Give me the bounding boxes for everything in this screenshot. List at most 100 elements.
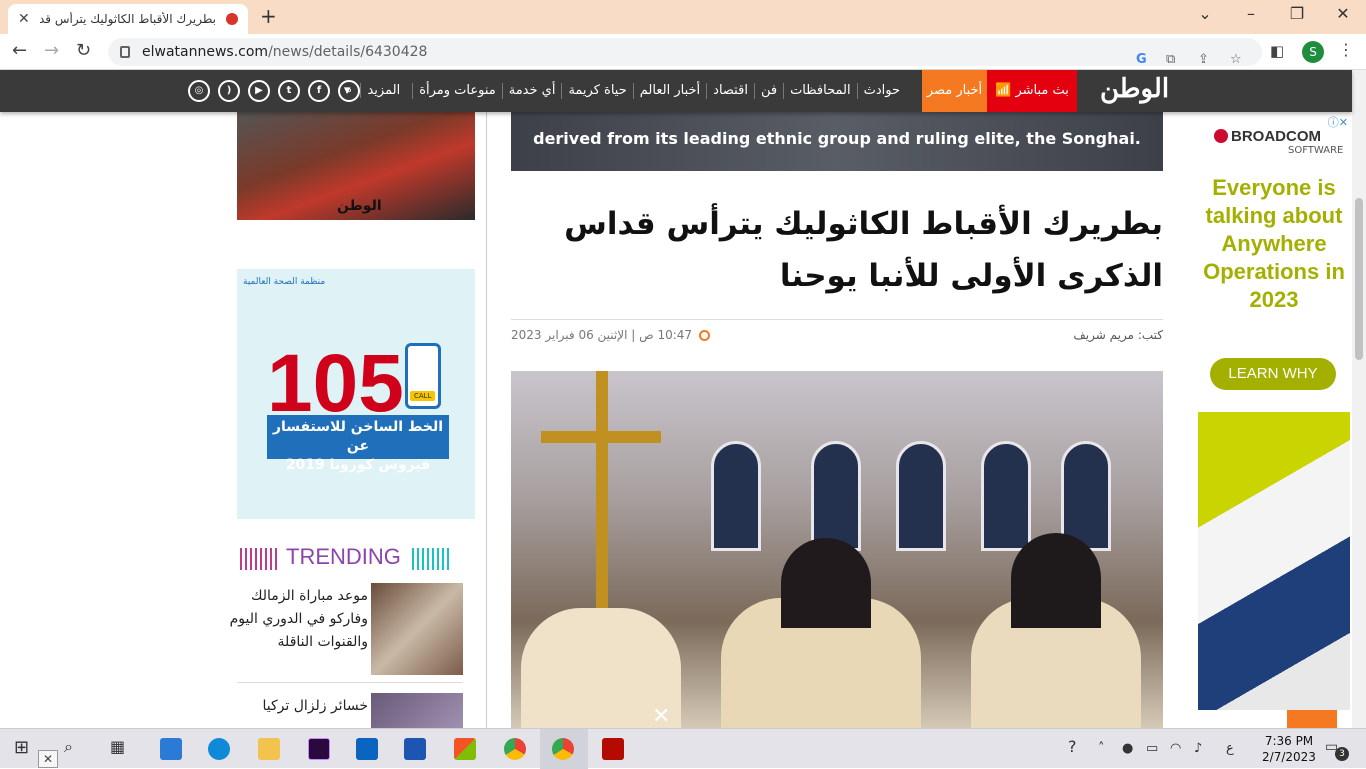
meta-divider	[511, 319, 1163, 320]
tab-favicon-icon	[226, 13, 238, 25]
browser-tab[interactable]: ✕ بطريرك الأقباط الكاثوليك يترأس قدا	[8, 4, 248, 34]
clock-time: 7:36 PM	[1264, 734, 1314, 748]
wifi-icon[interactable]: ◠	[1170, 741, 1181, 756]
edge-icon[interactable]	[208, 738, 230, 760]
battery-icon[interactable]: ▭	[1146, 741, 1158, 756]
author-name[interactable]: مريم شريف	[1073, 328, 1134, 342]
site-navigation: الوطن بث مباشر 📶 أخبار مصر حوادث المحافظ…	[0, 70, 1352, 112]
article-photo[interactable]	[511, 371, 1163, 728]
author-label: كتب:	[1137, 328, 1163, 342]
nav-menu: حوادث المحافظات فن اقتصاد أخبار العالم ح…	[332, 70, 906, 112]
nav-item-art[interactable]: فن	[753, 83, 783, 99]
volume-icon[interactable]: ♪	[1194, 741, 1202, 756]
twitter-icon[interactable]: t	[278, 80, 300, 102]
soundwave-icon	[412, 548, 452, 570]
tab-search-icon[interactable]: ⌄	[1182, 4, 1228, 23]
ad-image	[1198, 412, 1350, 710]
clock[interactable]: 7:36 PM 2/7/2023	[1258, 733, 1320, 765]
task-view-icon[interactable]: ▦	[110, 737, 125, 756]
instagram-icon[interactable]: ◎	[188, 80, 210, 102]
live-button[interactable]: بث مباشر 📶	[987, 70, 1077, 112]
date-text: 10:47 ص | الإثنين 06 فبراير 2023	[511, 328, 693, 342]
scrollbar-thumb[interactable]	[1355, 198, 1363, 360]
back-to-top-button[interactable]	[1287, 710, 1337, 728]
ad-info-icon[interactable]: ⓘ✕	[1328, 114, 1348, 130]
nav-item-variety[interactable]: منوعات ومرأة	[412, 83, 502, 99]
store-icon[interactable]	[454, 738, 476, 760]
network-alert-icon[interactable]: ●	[1122, 741, 1133, 756]
outlook-icon[interactable]	[356, 738, 378, 760]
broadcom-ad[interactable]: ⓘ✕ BROADCOM SOFTWARE Everyone is talking…	[1198, 112, 1350, 710]
ad-headline: Everyone is talking about Anywhere Opera…	[1203, 175, 1345, 312]
new-tab-button[interactable]: +	[260, 4, 277, 28]
word-icon[interactable]	[404, 738, 426, 760]
premiere-icon[interactable]	[308, 738, 330, 760]
windows-start-icon[interactable]: ⊞	[14, 737, 29, 758]
menu-kebab-icon[interactable]: ⋮	[1338, 40, 1354, 59]
article-headline: بطريرك الأقباط الكاثوليك يترأس قداس الذك…	[564, 206, 1163, 294]
hotline-banner: الخط الساخن للاستفسار عن فيروس كورونا 20…	[267, 415, 449, 473]
chevron-up-icon[interactable]: ˄	[1098, 741, 1105, 756]
watermark-logo: الوطن	[337, 198, 382, 214]
reload-icon[interactable]: ↻	[76, 40, 91, 61]
language-indicator[interactable]: ع	[1226, 741, 1234, 756]
search-icon[interactable]: ⌕	[64, 737, 73, 757]
learn-why-button[interactable]: LEARN WHY	[1210, 358, 1336, 390]
trending-thumbnail	[371, 583, 463, 675]
address-bar[interactable]: elwatannews.com/news/details/6430428 G ⧉…	[108, 38, 1262, 67]
nav-item-decent-life[interactable]: حياة كريمة	[561, 83, 632, 99]
ad-brand: BROADCOM	[1214, 128, 1321, 145]
youtube-icon[interactable]: ▶	[248, 80, 270, 102]
lock-icon	[120, 46, 130, 58]
article-date: 10:47 ص | الإثنين 06 فبراير 2023	[511, 328, 710, 342]
broadcom-logo-icon	[1214, 129, 1228, 143]
nav-item-governorates[interactable]: المحافظات	[783, 83, 857, 99]
nav-item-incidents[interactable]: حوادث	[856, 83, 906, 99]
search-icon[interactable]: ⌕	[338, 80, 360, 102]
minimize-icon[interactable]: –	[1228, 4, 1274, 23]
nav-egypt-news[interactable]: أخبار مصر	[922, 70, 987, 112]
top-image-ad[interactable]: derived from its leading ethnic group an…	[511, 112, 1163, 171]
side-panel-icon[interactable]: ◧	[1270, 42, 1284, 60]
browser-tab-bar: ✕ بطريرك الأقباط الكاثوليك يترأس قدا + ⌄…	[0, 0, 1366, 34]
tab-close-button[interactable]: ✕	[18, 11, 30, 27]
maximize-icon[interactable]: ❐	[1274, 4, 1320, 23]
back-icon[interactable]: ←	[12, 40, 27, 61]
list-item[interactable]: خسائر زلزال تركيا	[237, 693, 463, 728]
clock-icon	[698, 330, 710, 341]
facebook-icon[interactable]: f	[308, 80, 330, 102]
chrome-icon[interactable]	[504, 738, 526, 760]
clock-date: 2/7/2023	[1262, 750, 1316, 764]
trending-label: TRENDING	[286, 544, 401, 569]
trending-title: موعد مباراة الزمالك وفاركو في الدوري الي…	[229, 588, 368, 650]
help-icon[interactable]: ?	[1068, 737, 1077, 756]
ad-brand-sub: SOFTWARE	[1288, 145, 1344, 156]
nav-item-economy[interactable]: اقتصاد	[706, 83, 754, 99]
notifications-icon[interactable]: ▭ 3	[1325, 739, 1349, 761]
close-overlay-button[interactable]: ✕	[652, 704, 670, 729]
mail-icon[interactable]	[160, 738, 182, 760]
covid-hotline-ad[interactable]: منظمة الصحة العالمية 105 CALL الخط الساخ…	[237, 269, 475, 519]
chrome-profile-icon[interactable]	[552, 738, 574, 760]
page-scrollbar[interactable]	[1352, 70, 1366, 728]
address-row: ← → ↻ elwatannews.com/news/details/64304…	[0, 34, 1366, 70]
trending-title: خسائر زلزال تركيا	[262, 698, 368, 714]
close-window-icon[interactable]: ✕	[1320, 4, 1366, 23]
site-logo[interactable]: الوطن	[1100, 74, 1169, 104]
url-path: /news/details/6430428	[268, 44, 428, 60]
rss-icon[interactable]: )	[218, 80, 240, 102]
nav-item-world[interactable]: أخبار العالم	[632, 83, 706, 99]
forward-icon[interactable]: →	[44, 40, 59, 61]
live-label: بث مباشر	[1015, 83, 1069, 98]
nav-item-service[interactable]: أي خدمة	[501, 83, 562, 99]
trending-header: TRENDING	[240, 544, 462, 574]
profile-avatar[interactable]: S	[1302, 41, 1324, 63]
list-item[interactable]: موعد مباراة الزمالك وفاركو في الدوري الي…	[230, 583, 463, 683]
file-explorer-icon[interactable]	[258, 738, 280, 760]
notification-count: 3	[1335, 747, 1349, 761]
related-news-image[interactable]: الوطن	[237, 112, 475, 220]
more-label: المزيد	[360, 83, 407, 98]
acrobat-icon[interactable]	[602, 738, 624, 760]
url-domain: elwatannews.com	[142, 44, 269, 60]
close-popup-icon[interactable]: ✕	[38, 750, 58, 768]
